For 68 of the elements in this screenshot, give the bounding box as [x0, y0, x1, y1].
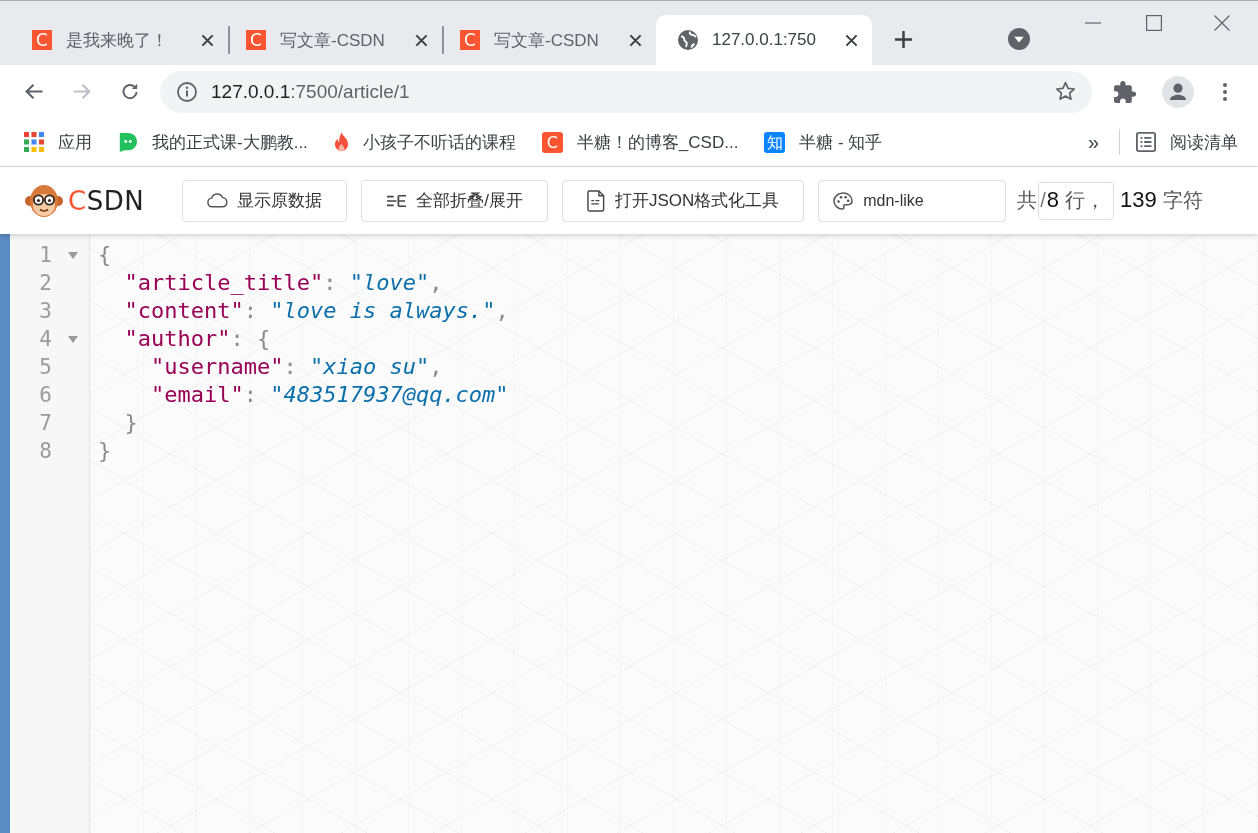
info-icon[interactable]	[177, 81, 197, 102]
line-number: 7	[38, 410, 52, 437]
line-number: 3	[38, 298, 52, 325]
bookmark-item[interactable]: 应用	[24, 130, 92, 154]
favicon-icon: C	[246, 30, 266, 50]
globe-icon	[678, 30, 698, 50]
bookmark-item[interactable]: 我的正式课-大鹏教...	[118, 130, 308, 154]
close-icon[interactable]	[845, 33, 858, 47]
code-line: }	[124, 409, 138, 437]
document-icon	[586, 189, 606, 212]
fold-arrow-icon[interactable]	[68, 335, 78, 343]
close-icon[interactable]	[1214, 15, 1230, 31]
close-icon[interactable]	[629, 33, 642, 47]
code-line: "author": {	[124, 325, 271, 353]
puzzle-icon[interactable]	[1114, 80, 1136, 103]
reading-list-item[interactable]: 阅读清单	[1136, 130, 1238, 154]
plus-icon[interactable]	[894, 30, 913, 49]
back-arrow-icon[interactable]	[25, 83, 43, 100]
avatar-icon[interactable]	[1162, 75, 1194, 108]
code-line: }	[98, 437, 112, 465]
stats-label: 共	[1017, 188, 1038, 213]
maximize-icon[interactable]	[1146, 15, 1162, 31]
bookmark-item[interactable]: C 半糖！的博客_CSD...	[541, 130, 739, 154]
line-number: 2	[38, 270, 52, 297]
code-line: {	[98, 241, 112, 269]
code-line: "article_title": "love",	[124, 269, 443, 297]
browser-tab[interactable]: 127.0.0.1:750	[656, 15, 872, 65]
favicon-icon: 知	[764, 131, 786, 153]
menu-icon[interactable]	[1223, 82, 1227, 101]
browser-tab[interactable]: C 是我来晚了！	[16, 15, 228, 65]
toolbar-button[interactable]: 显示原数据	[182, 179, 348, 222]
monkey-logo-icon	[25, 183, 63, 218]
fold-arrow-icon[interactable]	[68, 251, 78, 259]
line-number: 1	[38, 242, 52, 269]
char-count-text: 139 字符	[1120, 187, 1203, 214]
address-bar[interactable]: 127.0.0.1:7500/article/1	[160, 70, 1092, 113]
reload-icon[interactable]	[121, 83, 139, 100]
more-bookmarks[interactable]: »	[1087, 130, 1099, 154]
close-icon[interactable]	[201, 33, 214, 47]
theme-select[interactable]: mdn-like	[818, 179, 1007, 222]
code-line: "username": "xiao su",	[150, 353, 443, 381]
toolbar-button[interactable]: 打开JSON格式化工具	[561, 179, 805, 222]
favicon-icon: C	[541, 131, 563, 153]
line-count-text: /8 行，	[1040, 187, 1106, 214]
line-number: 5	[38, 354, 52, 381]
lines-icon	[386, 193, 408, 208]
favicon-icon: C	[32, 30, 52, 50]
flame-icon	[333, 131, 349, 153]
palette-icon	[833, 191, 854, 210]
bookmark-item[interactable]: 知 半糖 - 知乎	[764, 130, 883, 154]
browser-tab[interactable]: C 写文章-CSDN	[444, 15, 656, 65]
cloud-icon	[207, 193, 229, 208]
logo-text: CSDN	[68, 185, 145, 216]
line-number: 6	[38, 382, 52, 409]
chat-bubble-icon	[118, 132, 138, 152]
browser-tab[interactable]: C 写文章-CSDN	[230, 15, 442, 65]
star-icon[interactable]	[1055, 81, 1076, 102]
favicon-icon: C	[460, 30, 480, 50]
code-line: "email": "483517937@qq.com"	[150, 381, 509, 409]
line-number: 8	[38, 438, 52, 465]
caret-circle-icon[interactable]	[1008, 28, 1030, 50]
code-line: "content": "love is always.",	[124, 297, 509, 325]
toolbar-button[interactable]: 全部折叠/展开	[361, 179, 548, 222]
reading-list-icon	[1136, 132, 1156, 152]
apps-grid-icon	[24, 132, 44, 152]
bookmark-item[interactable]: 小孩子不听话的课程	[333, 130, 516, 154]
close-icon[interactable]	[415, 33, 428, 47]
line-number: 4	[38, 326, 52, 353]
